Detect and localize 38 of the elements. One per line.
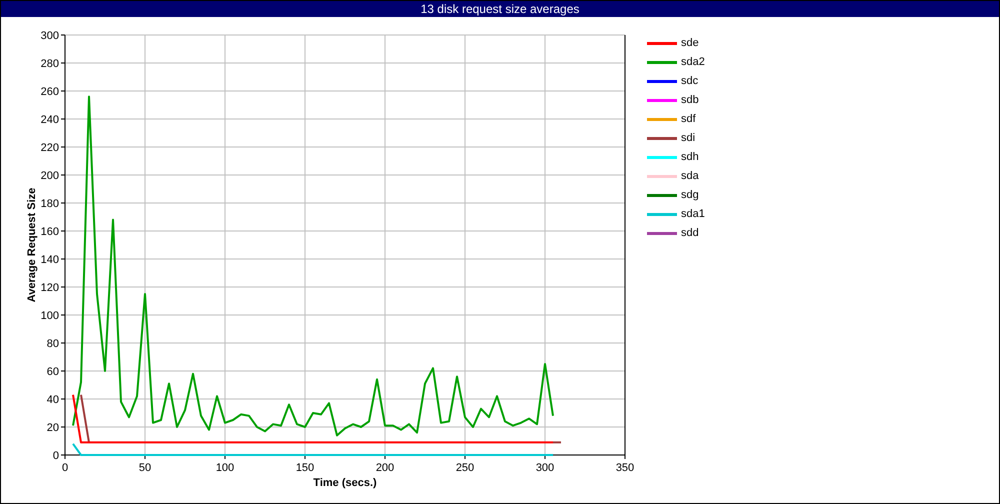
legend-label: sdf: [681, 113, 696, 125]
legend-label: sda: [681, 170, 699, 182]
x-tick-label: 100: [216, 462, 234, 474]
x-tick-label: 0: [62, 462, 68, 474]
y-tick-label: 200: [40, 170, 59, 182]
y-axis-label: Average Request Size: [26, 188, 38, 302]
legend-label: sde: [681, 37, 699, 49]
y-tick-label: 180: [40, 198, 59, 210]
y-tick-label: 120: [40, 282, 59, 294]
legend-label: sdh: [681, 151, 699, 163]
y-tick-label: 80: [46, 338, 59, 350]
x-tick-label: 300: [536, 462, 554, 474]
y-tick-label: 260: [40, 86, 59, 98]
x-tick-label: 200: [376, 462, 394, 474]
legend-label: sdi: [681, 132, 696, 144]
y-tick-label: 220: [40, 142, 59, 154]
y-tick-label: 280: [40, 58, 59, 70]
y-tick-label: 100: [40, 310, 59, 322]
legend-label: sdc: [681, 75, 698, 87]
y-tick-label: 300: [40, 30, 59, 42]
x-tick-label: 350: [616, 462, 634, 474]
legend-label: sda2: [681, 56, 705, 68]
legend-label: sda1: [681, 208, 705, 220]
y-tick-label: 20: [46, 422, 59, 434]
x-tick-label: 50: [138, 462, 152, 474]
y-tick-label: 240: [40, 114, 59, 126]
y-tick-label: 60: [46, 366, 59, 378]
y-tick-label: 140: [40, 254, 59, 266]
chart-title: 13 disk request size averages: [1, 1, 999, 17]
y-tick-label: 0: [52, 450, 59, 462]
legend-label: sdb: [681, 94, 699, 106]
legend-label: sdd: [681, 227, 699, 239]
x-tick-label: 250: [456, 462, 474, 474]
x-axis-label: Time (secs.): [313, 477, 377, 489]
y-tick-label: 160: [40, 226, 59, 238]
legend-label: sdg: [681, 189, 699, 201]
y-tick-label: 40: [46, 394, 59, 406]
x-tick-label: 150: [296, 462, 314, 474]
